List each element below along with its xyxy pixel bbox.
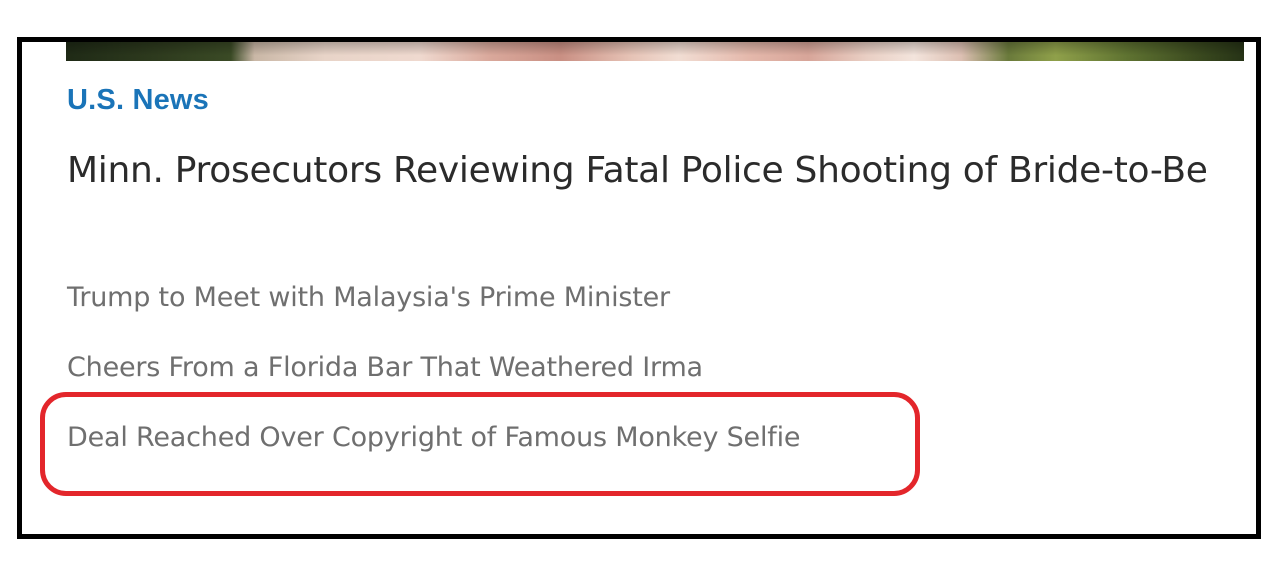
screenshot-frame: U.S. News Minn. Prosecutors Reviewing Fa… bbox=[17, 37, 1261, 539]
article-hero-image[interactable] bbox=[66, 42, 1244, 61]
related-story-link[interactable]: Cheers From a Florida Bar That Weathered… bbox=[67, 352, 703, 383]
related-story-link[interactable]: Trump to Meet with Malaysia's Prime Mini… bbox=[67, 282, 670, 313]
section-link-us-news[interactable]: U.S. News bbox=[67, 84, 209, 117]
headline-link[interactable]: Minn. Prosecutors Reviewing Fatal Police… bbox=[67, 142, 1237, 199]
hero-image-shade bbox=[66, 42, 1244, 61]
related-story-link-highlighted[interactable]: Deal Reached Over Copyright of Famous Mo… bbox=[67, 422, 800, 453]
